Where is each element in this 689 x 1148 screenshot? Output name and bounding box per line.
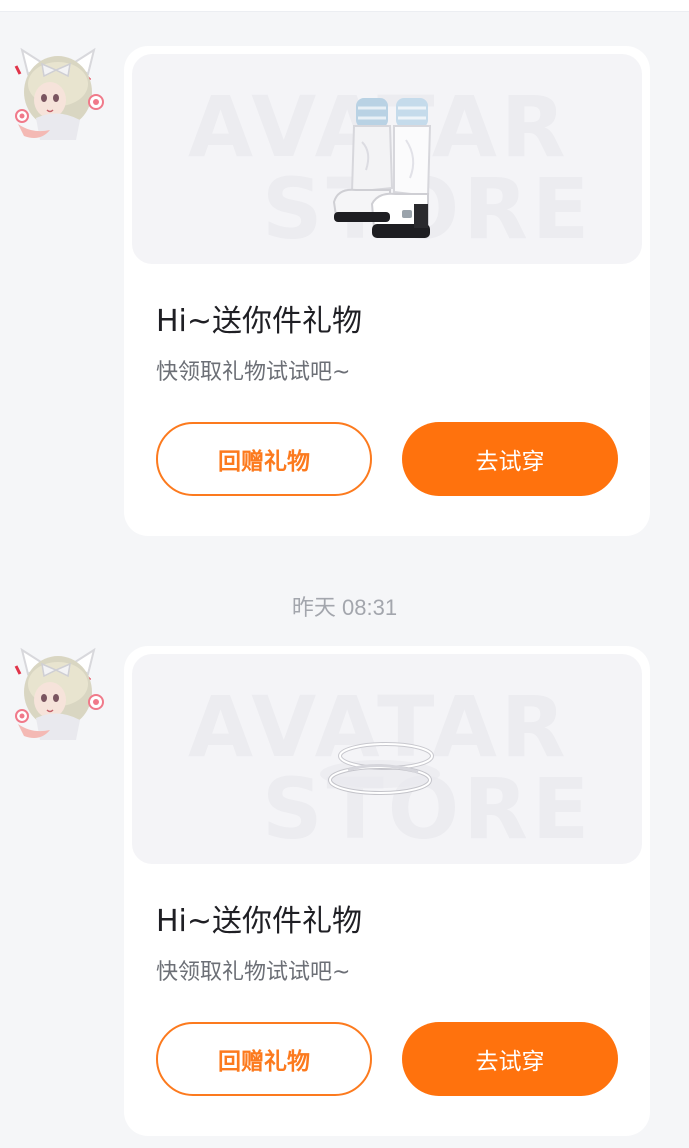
try-on-button[interactable]: 去试穿 <box>402 422 618 496</box>
gift-title: Hi~送你件礼物 <box>156 904 363 939</box>
message-timestamp: 昨天 08:31 <box>291 595 398 620</box>
try-on-button[interactable]: 去试穿 <box>402 1022 618 1096</box>
product-image[interactable]: AVATAR STORE <box>132 654 642 864</box>
halo-rings-icon <box>308 730 458 814</box>
top-clipped-bar <box>0 0 689 12</box>
gift-subtitle: 快领取礼物试试吧~ <box>156 360 351 385</box>
gift-card: AVATAR STORE Hi~送你件礼物 快领取礼物试试吧~ 回赠礼物 去试穿 <box>124 646 650 1136</box>
return-gift-button[interactable]: 回赠礼物 <box>156 422 372 496</box>
gift-subtitle: 快领取礼物试试吧~ <box>156 960 351 985</box>
gift-title: Hi~送你件礼物 <box>156 304 363 339</box>
sender-avatar[interactable] <box>10 44 108 142</box>
sender-avatar[interactable] <box>10 644 108 742</box>
return-gift-button[interactable]: 回赠礼物 <box>156 1022 372 1096</box>
white-boots-icon <box>332 92 442 246</box>
gift-card: AVATAR STORE <box>124 46 650 536</box>
product-image[interactable]: AVATAR STORE <box>132 54 642 264</box>
